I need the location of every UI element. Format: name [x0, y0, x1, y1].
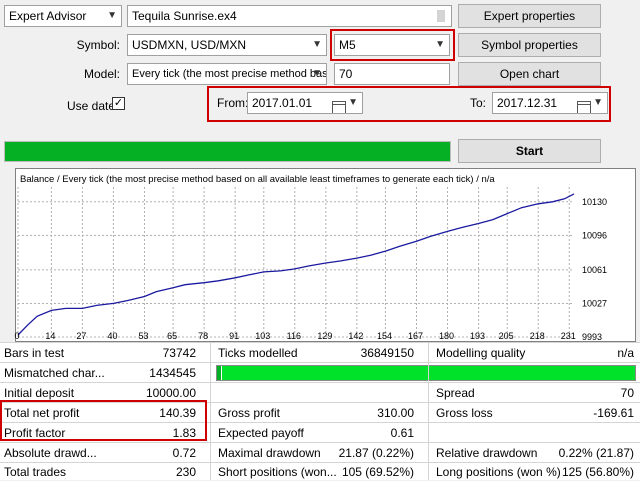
symbol-select[interactable]: USDMXN, USD/MXN ▼ — [127, 34, 327, 56]
model-value: Every tick (the most precise method bas — [132, 68, 327, 80]
chevron-down-icon: ▼ — [348, 97, 358, 108]
x-tick-label: 218 — [530, 331, 545, 341]
x-tick-label: 129 — [317, 331, 332, 341]
x-tick-label: 193 — [470, 331, 485, 341]
balance-chart-svg: Balance / Every tick (the most precise m… — [17, 174, 607, 341]
expert-properties-button[interactable]: Expert properties — [458, 4, 601, 28]
mismatch-value: 1434545 — [149, 366, 196, 380]
column-divider — [210, 342, 211, 480]
rel-dd-label: Relative drawdown — [436, 446, 538, 460]
x-tick-label: 103 — [255, 331, 270, 341]
max-dd-value: 21.87 (0.22%) — [338, 446, 414, 460]
mode-select-value: Expert Advisor — [9, 9, 87, 23]
open-chart-button[interactable]: Open chart — [458, 62, 601, 86]
table-row: Absolute drawd... 0.72 Maximal drawdown … — [0, 442, 640, 463]
bars-value: 73742 — [162, 346, 196, 360]
x-tick-label: 116 — [287, 331, 301, 341]
chevron-down-icon: ▼ — [312, 39, 322, 50]
spread-input-value: 70 — [339, 67, 353, 81]
payoff-value: 0.61 — [390, 426, 414, 440]
from-date-value: 2017.01.01 — [252, 96, 313, 110]
symbol-value: USDMXN, USD/MXN — [132, 38, 247, 52]
symbol-properties-button[interactable]: Symbol properties — [458, 33, 601, 57]
abs-dd-label: Absolute drawd... — [4, 446, 97, 460]
period-value: M5 — [339, 38, 356, 52]
rel-dd-value: 0.22% (21.87) — [558, 446, 634, 460]
profit-highlight — [0, 400, 207, 441]
x-tick-label: 142 — [348, 331, 363, 341]
model-label: Model: — [83, 67, 120, 81]
period-select[interactable]: M5 ▼ — [334, 34, 450, 56]
to-label: To: — [470, 96, 487, 110]
to-date-input[interactable]: 2017.12.31 ▼ — [492, 92, 608, 114]
ea-file-select[interactable]: Tequila Sunrise.ex4 — [127, 5, 452, 27]
x-tick-label: 0 — [14, 331, 19, 341]
modelling-quality-marker — [217, 366, 221, 380]
table-row: Total trades 230 Short positions (won...… — [0, 462, 640, 481]
x-tick-label: 53 — [138, 331, 148, 341]
calendar-icon[interactable] — [332, 97, 346, 113]
gross-profit-value: 310.00 — [377, 406, 414, 420]
calendar-icon[interactable] — [577, 97, 591, 113]
chevron-down-icon: ▼ — [593, 97, 603, 108]
from-label: From: — [217, 96, 249, 110]
abs-dd-value: 0.72 — [172, 446, 196, 460]
x-tick-label: 180 — [439, 331, 454, 341]
use-date-checkbox[interactable]: ✓ — [112, 97, 125, 110]
y-tick-label: 10130 — [582, 197, 607, 207]
trades-label: Total trades — [4, 465, 67, 479]
progress-fill — [5, 142, 450, 161]
balance-chart: Balance / Every tick (the most precise m… — [15, 168, 636, 342]
long-value: 125 (56.80%) — [561, 465, 634, 479]
model-select[interactable]: Every tick (the most precise method bas … — [127, 63, 327, 85]
table-row: Mismatched char... 1434545 — [0, 362, 640, 383]
x-tick-label: 14 — [45, 331, 55, 341]
x-tick-label: 65 — [167, 331, 177, 341]
trades-value: 230 — [175, 465, 196, 479]
progress-bar — [4, 141, 451, 162]
gross-loss-value: -169.61 — [593, 406, 634, 420]
scroll-handle-icon — [437, 10, 445, 22]
quality-value: n/a — [617, 346, 634, 360]
x-tick-label: 91 — [229, 331, 239, 341]
x-tick-label: 154 — [377, 331, 392, 341]
from-date-input[interactable]: 2017.01.01 ▼ — [247, 92, 363, 114]
mismatch-label: Mismatched char... — [4, 366, 104, 380]
x-tick-label: 231 — [561, 331, 576, 341]
start-button[interactable]: Start — [458, 139, 601, 163]
column-divider — [428, 342, 429, 480]
gross-loss-label: Gross loss — [436, 406, 493, 420]
x-tick-label: 40 — [107, 331, 117, 341]
symbol-label: Symbol: — [76, 38, 120, 52]
to-date-value: 2017.12.31 — [497, 96, 558, 110]
use-date-label: Use date — [67, 99, 116, 113]
mode-select[interactable]: Expert Advisor ▼ — [4, 5, 122, 27]
spread-input[interactable]: 70 — [334, 63, 450, 85]
modelling-quality-bar — [216, 365, 636, 381]
x-tick-label: 167 — [408, 331, 423, 341]
x-tick-label: 78 — [198, 331, 208, 341]
y-tick-label: 10096 — [582, 230, 607, 240]
y-tick-label: 10027 — [582, 298, 607, 308]
x-tick-label: 27 — [76, 331, 86, 341]
chevron-down-icon: ▼ — [435, 39, 445, 50]
ea-file-value: Tequila Sunrise.ex4 — [132, 9, 237, 23]
short-value: 105 (69.52%) — [341, 465, 414, 479]
chart-title: Balance / Every tick (the most precise m… — [20, 174, 495, 185]
chevron-down-icon: ▼ — [107, 10, 117, 21]
spread-label: Spread — [436, 386, 475, 400]
chevron-down-icon: ▼ — [312, 68, 322, 79]
balance-series-line — [17, 193, 575, 336]
ticks-value: 36849150 — [360, 346, 414, 360]
x-tick-label: 205 — [499, 331, 514, 341]
y-tick-label: 10061 — [582, 265, 607, 275]
table-row: Bars in test 73742 Ticks modelled 368491… — [0, 342, 640, 363]
spread-value: 70 — [620, 386, 634, 400]
